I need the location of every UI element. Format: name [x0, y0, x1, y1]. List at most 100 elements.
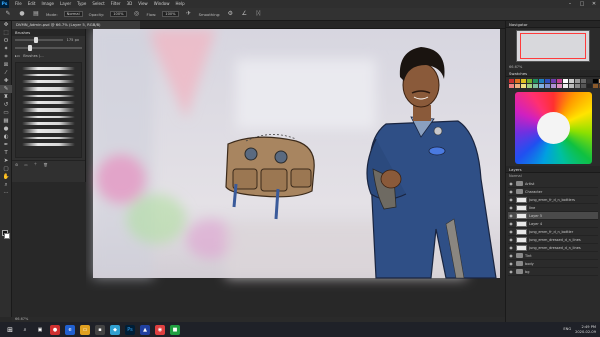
brush-settings-icon[interactable]: ▤: [32, 10, 40, 18]
windows-start-icon[interactable]: ⊞: [5, 325, 15, 335]
color-swatch[interactable]: [515, 79, 520, 83]
brush-settings-icon[interactable]: ⚙: [15, 163, 18, 167]
maximize-button[interactable]: □: [576, 0, 588, 8]
menu-select[interactable]: Select: [92, 0, 104, 8]
app-icon-red[interactable]: ●: [50, 324, 60, 335]
angle-icon[interactable]: ∠: [240, 10, 248, 18]
background-color-swatch[interactable]: [4, 233, 10, 239]
color-swatch[interactable]: [509, 84, 514, 88]
swatches-panel-title[interactable]: Swatches: [506, 70, 600, 77]
visibility-eye-icon[interactable]: ◉: [508, 197, 514, 202]
layer-row[interactable]: ◉ bg: [508, 268, 598, 276]
color-swatch[interactable]: [557, 79, 562, 83]
crop-tool-icon[interactable]: ⌗: [0, 53, 12, 61]
visibility-eye-icon[interactable]: ◉: [508, 189, 514, 194]
visibility-eye-icon[interactable]: ◉: [508, 205, 514, 210]
app-icon-green[interactable]: ■: [170, 324, 180, 335]
layer-row[interactable]: ◉ Character: [508, 188, 598, 196]
color-swatch[interactable]: [593, 84, 598, 88]
eyedropper-tool-icon[interactable]: ⁄: [0, 69, 12, 77]
color-swatch[interactable]: [545, 79, 550, 83]
color-swatch[interactable]: [509, 79, 514, 83]
color-swatch[interactable]: [575, 84, 580, 88]
layers-panel-title[interactable]: Layers: [506, 166, 600, 173]
app-icon-orange[interactable]: ◉: [155, 324, 165, 335]
color-swatch[interactable]: [533, 79, 538, 83]
color-wheel[interactable]: [515, 92, 592, 164]
canvas-area[interactable]: [86, 29, 505, 317]
layer-row[interactable]: ◉ jung_emm_fr_d_n_bottler: [508, 228, 598, 236]
menu-layer[interactable]: Layer: [60, 0, 71, 8]
shape-tool-icon[interactable]: ▢: [0, 165, 12, 173]
brush-size-slider[interactable]: [15, 37, 63, 43]
color-swatch[interactable]: [557, 84, 562, 88]
folder-icon[interactable]: ▸▭: [15, 54, 20, 58]
symmetry-icon[interactable]: ᛞ: [254, 10, 262, 18]
brush-preset[interactable]: [22, 129, 75, 133]
color-swatch[interactable]: [539, 79, 544, 83]
healing-tool-icon[interactable]: ✚: [0, 77, 12, 85]
visibility-eye-icon[interactable]: ◉: [508, 237, 514, 242]
app-icon-dark[interactable]: ▪: [95, 324, 105, 335]
menu-3d[interactable]: 3D: [127, 0, 133, 8]
close-button[interactable]: ✕: [588, 0, 600, 8]
brush-preset[interactable]: [22, 67, 75, 70]
layer-row[interactable]: ◉ jung_emm_fr_d_n_bottlers: [508, 196, 598, 204]
menu-help[interactable]: Help: [175, 0, 184, 8]
layer-row[interactable]: ◉ body: [508, 260, 598, 268]
move-tool-icon[interactable]: ✥: [0, 21, 12, 29]
color-swatch[interactable]: [593, 79, 598, 83]
file-explorer-icon[interactable]: ▭: [80, 324, 90, 335]
new-group-icon[interactable]: ▭: [24, 163, 27, 167]
task-view-icon[interactable]: ▣: [35, 325, 45, 335]
document-tab[interactable]: DVMN_Admin.psd @ 66.7% (Layer 5, RGB/8): [12, 21, 140, 29]
gradient-tool-icon[interactable]: ▦: [0, 117, 12, 125]
brush-preset[interactable]: [22, 74, 75, 76]
brush-stroke-list[interactable]: [15, 62, 82, 158]
brush-preset[interactable]: [22, 116, 75, 118]
type-tool-icon[interactable]: T: [0, 149, 12, 157]
opacity-field[interactable]: 100%: [110, 11, 127, 17]
layer-row[interactable]: ◉ line: [508, 204, 598, 212]
minimize-button[interactable]: –: [564, 0, 576, 8]
zoom-tool-icon[interactable]: ⌕: [0, 181, 12, 189]
color-swatch[interactable]: [563, 79, 568, 83]
brush-hardness-slider[interactable]: [15, 45, 82, 51]
brush-preset[interactable]: [22, 101, 75, 104]
color-swatch[interactable]: [581, 79, 586, 83]
mode-select[interactable]: Normal: [63, 11, 83, 17]
delete-brush-icon[interactable]: 🗑: [43, 163, 48, 167]
frame-tool-icon[interactable]: ⊠: [0, 61, 12, 69]
color-swatch[interactable]: [527, 79, 532, 83]
visibility-eye-icon[interactable]: ◉: [508, 181, 514, 186]
brush-preset[interactable]: [22, 122, 75, 125]
color-swatch[interactable]: [569, 79, 574, 83]
dodge-tool-icon[interactable]: ◐: [0, 133, 12, 141]
airbrush-icon[interactable]: ✈: [185, 10, 193, 18]
layer-row[interactable]: ◉ jung_emm_dressed_d_n_lines: [508, 236, 598, 244]
brush-tool-icon[interactable]: ✎: [4, 10, 12, 18]
brush-preset[interactable]: [22, 95, 75, 97]
color-swatch[interactable]: [587, 84, 592, 88]
brush-preset-icon[interactable]: ●: [18, 10, 26, 18]
swatch-grid[interactable]: [506, 77, 600, 90]
new-brush-icon[interactable]: ＋: [34, 162, 38, 167]
layer-row[interactable]: ◉ Layer 4: [508, 220, 598, 228]
visibility-eye-icon[interactable]: ◉: [508, 253, 514, 258]
menu-edit[interactable]: Edit: [28, 0, 36, 8]
flow-field[interactable]: 100%: [162, 11, 179, 17]
clock[interactable]: 2:49 PM 2020-02-09: [575, 325, 596, 334]
blur-tool-icon[interactable]: ●: [0, 125, 12, 133]
color-swatch[interactable]: [521, 84, 526, 88]
navigator-view-box[interactable]: [520, 33, 586, 59]
artwork-canvas[interactable]: [86, 29, 505, 317]
menu-window[interactable]: Window: [154, 0, 170, 8]
brush-preset[interactable]: [22, 87, 75, 91]
color-swatch[interactable]: [545, 84, 550, 88]
brush-group-name[interactable]: Brushes (...: [23, 54, 43, 58]
path-select-tool-icon[interactable]: ➤: [0, 157, 12, 165]
color-swatch[interactable]: [569, 84, 574, 88]
more-tools-icon[interactable]: ···: [0, 189, 12, 197]
layer-row[interactable]: ◉ jung_emm_dressed_d_n_lines: [508, 244, 598, 252]
navigator-panel-title[interactable]: Navigator: [506, 21, 600, 28]
